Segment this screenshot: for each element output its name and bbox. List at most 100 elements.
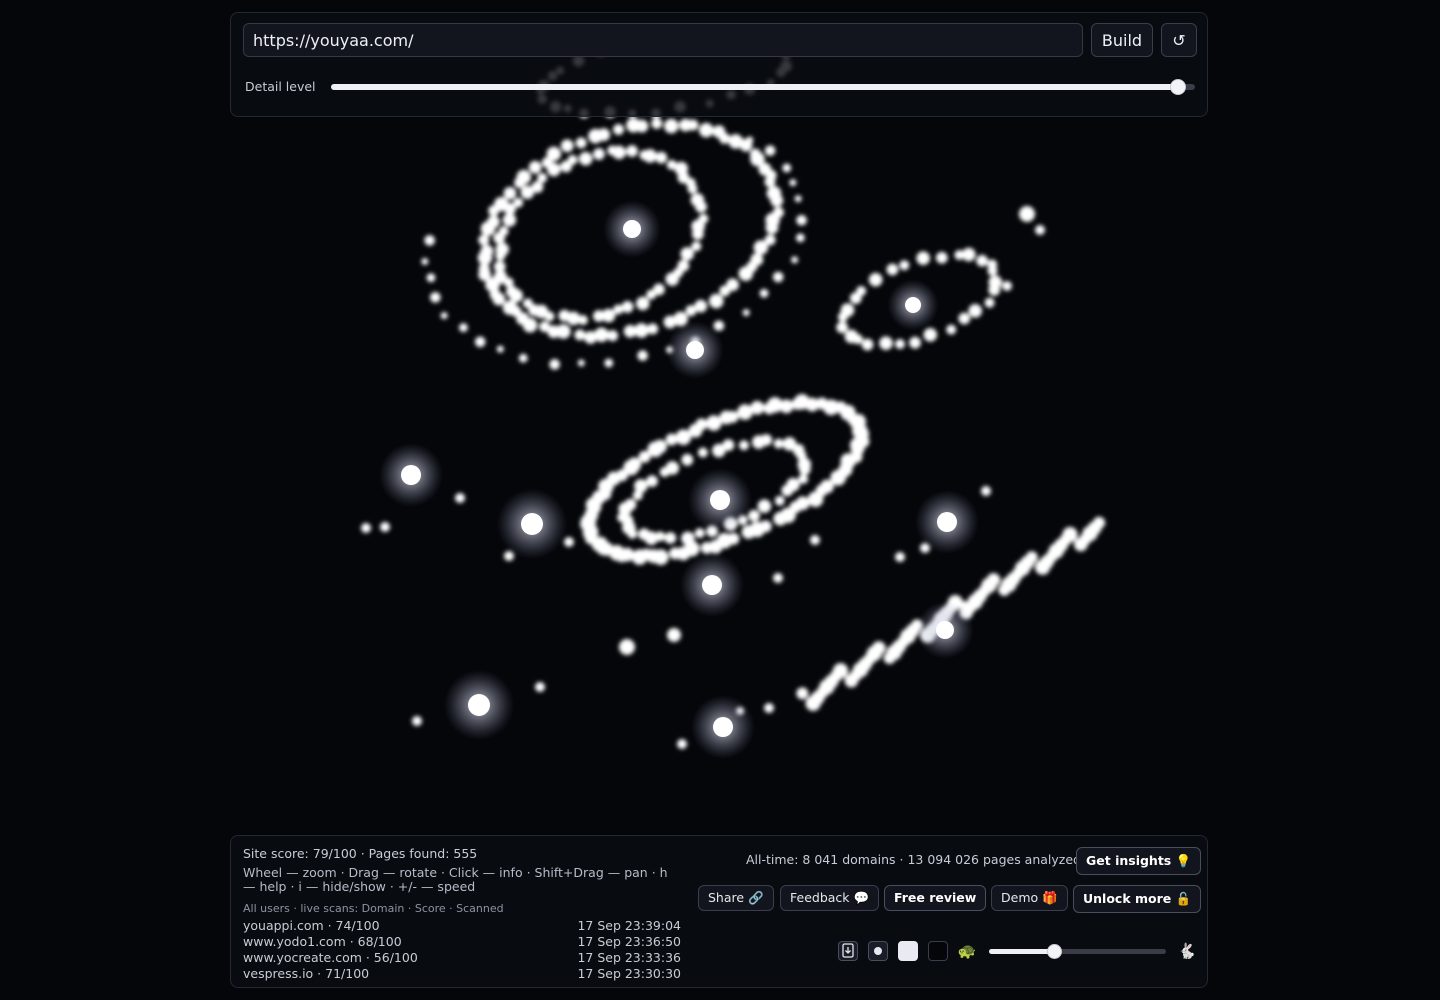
detail-level-slider[interactable] — [331, 79, 1195, 95]
page-node[interactable] — [634, 479, 648, 493]
page-node[interactable] — [564, 537, 574, 547]
page-node[interactable] — [646, 475, 658, 488]
page-node[interactable] — [539, 321, 551, 333]
page-node[interactable] — [623, 324, 637, 338]
page-node[interactable] — [748, 509, 760, 522]
page-node[interactable] — [655, 151, 668, 164]
page-node[interactable] — [750, 400, 765, 415]
page-node[interactable] — [685, 305, 697, 317]
page-node[interactable] — [518, 353, 528, 363]
hub-node[interactable] — [702, 575, 722, 595]
page-node[interactable] — [923, 328, 938, 342]
speed-slider[interactable] — [989, 944, 1166, 959]
page-node[interactable] — [738, 266, 754, 281]
page-node[interactable] — [480, 244, 494, 258]
unlock-more-button[interactable]: Unlock more 🔓 — [1073, 885, 1202, 913]
page-node[interactable] — [613, 124, 625, 136]
page-node[interactable] — [791, 256, 799, 264]
page-node[interactable] — [631, 549, 648, 565]
page-node[interactable] — [773, 511, 788, 526]
page-node[interactable] — [531, 181, 544, 193]
page-node[interactable] — [746, 136, 754, 144]
free-review-button[interactable]: Free review — [884, 885, 987, 911]
page-node[interactable] — [677, 739, 687, 749]
page-node[interactable] — [502, 213, 517, 227]
page-node[interactable] — [695, 418, 708, 431]
page-node[interactable] — [708, 293, 724, 309]
page-node[interactable] — [621, 301, 634, 313]
page-node[interactable] — [584, 331, 597, 344]
page-node[interactable] — [537, 172, 548, 183]
page-node[interactable] — [455, 493, 465, 503]
page-node[interactable] — [1019, 206, 1035, 222]
page-node[interactable] — [669, 547, 682, 560]
page-node[interactable] — [789, 179, 797, 187]
page-node[interactable] — [935, 251, 948, 264]
scan-row[interactable]: www.yodo1.com · 68/100 17 Sep 23:36:50 — [243, 934, 681, 950]
page-node[interactable] — [984, 297, 995, 308]
page-node[interactable] — [577, 359, 585, 367]
page-node[interactable] — [861, 338, 874, 351]
page-node[interactable] — [459, 323, 468, 332]
page-node[interactable] — [916, 251, 930, 265]
page-node[interactable] — [757, 499, 772, 513]
page-node[interactable] — [637, 350, 648, 361]
node-style-button[interactable] — [868, 941, 888, 961]
hub-node[interactable] — [623, 220, 641, 238]
page-node[interactable] — [680, 247, 695, 261]
page-node[interactable] — [421, 258, 429, 266]
page-node[interactable] — [426, 273, 436, 283]
page-node[interactable] — [653, 439, 667, 454]
page-node[interactable] — [626, 145, 638, 157]
detail-level-thumb[interactable] — [1169, 79, 1186, 95]
url-input[interactable] — [243, 23, 1083, 57]
page-node[interactable] — [528, 160, 542, 174]
page-node[interactable] — [794, 447, 805, 458]
hub-node[interactable] — [710, 490, 730, 510]
page-node[interactable] — [685, 177, 696, 188]
page-node[interactable] — [833, 663, 849, 679]
scan-row[interactable]: youappi.com · 74/100 17 Sep 23:39:04 — [243, 918, 681, 934]
hub-node[interactable] — [468, 694, 490, 716]
page-node[interactable] — [968, 304, 983, 318]
page-node[interactable] — [495, 242, 510, 257]
page-node[interactable] — [770, 194, 784, 207]
page-node[interactable] — [946, 324, 957, 335]
page-node[interactable] — [638, 528, 650, 541]
page-node[interactable] — [836, 321, 849, 334]
page-node[interactable] — [737, 404, 753, 420]
page-node[interactable] — [667, 628, 681, 642]
page-node[interactable] — [612, 145, 626, 160]
page-node[interactable] — [774, 495, 785, 506]
page-node[interactable] — [607, 330, 619, 342]
page-node[interactable] — [700, 541, 713, 554]
page-node[interactable] — [782, 163, 792, 173]
page-node[interactable] — [794, 195, 802, 203]
page-node[interactable] — [796, 687, 809, 700]
page-node[interactable] — [796, 214, 807, 226]
page-node[interactable] — [719, 132, 731, 144]
page-node[interactable] — [651, 117, 663, 129]
page-node[interactable] — [760, 434, 773, 446]
demo-button[interactable]: Demo 🎁 — [991, 885, 1068, 911]
page-node[interactable] — [695, 200, 707, 213]
page-node[interactable] — [681, 531, 695, 546]
page-node[interactable] — [1002, 281, 1012, 291]
page-node[interactable] — [798, 474, 809, 485]
page-node[interactable] — [706, 415, 722, 431]
page-node[interactable] — [665, 461, 680, 475]
page-node[interactable] — [493, 260, 506, 273]
speed-thumb[interactable] — [1047, 944, 1063, 959]
page-node[interactable] — [844, 329, 859, 344]
page-node[interactable] — [773, 438, 784, 449]
page-node[interactable] — [773, 573, 783, 583]
page-node[interactable] — [496, 345, 504, 353]
page-node[interactable] — [424, 235, 435, 246]
page-node[interactable] — [868, 272, 883, 287]
page-node[interactable] — [516, 169, 532, 185]
page-node[interactable] — [597, 128, 611, 142]
save-image-button[interactable] — [838, 941, 858, 961]
light-theme-button[interactable] — [898, 941, 918, 961]
page-node[interactable] — [549, 359, 560, 370]
page-node[interactable] — [726, 410, 739, 423]
